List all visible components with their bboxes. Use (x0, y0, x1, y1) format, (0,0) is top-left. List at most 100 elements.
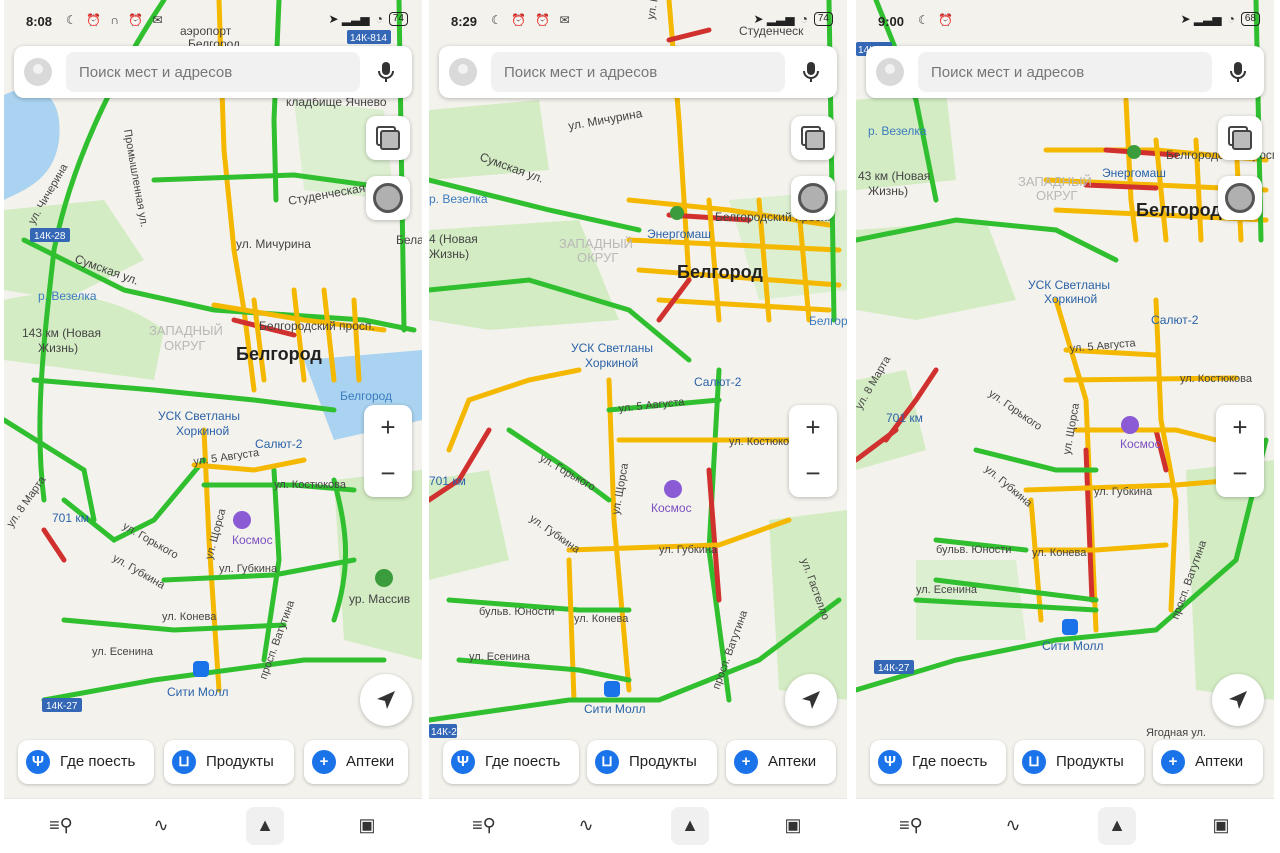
category-food-button[interactable]: Ψ Где поесть (18, 740, 154, 784)
map-label-usk-2: Хоркиной (176, 424, 229, 438)
map-label-sitimoll: Сити Молл (167, 685, 228, 699)
map-label-sitimoll: Сити Молл (584, 702, 645, 716)
search-input[interactable]: Поиск мест и адресов (66, 52, 360, 92)
map-label-vezelka: р. Везелка (38, 289, 97, 303)
category-pharmacy-button[interactable]: + Аптеки (726, 740, 836, 784)
map-label-yunosti: бульв. Юности (479, 606, 554, 618)
map-label-massiv: ур. Массив (349, 592, 410, 606)
search-placeholder: Поиск мест и адресов (931, 64, 1085, 81)
map-label-city: Белгород (236, 344, 322, 364)
route-tab[interactable]: ∿ (567, 807, 605, 845)
traffic-button[interactable] (1218, 176, 1262, 220)
signal-icon: ➤ ▂▃▅ (1180, 12, 1222, 26)
traffic-map[interactable]: Студенческ ул. Кемлянки ул. Мичурина Сум… (429, 0, 847, 853)
route-tab[interactable]: ∿ (142, 807, 180, 845)
map-label-belgorod-prosp: Белгородский просп. (259, 319, 375, 333)
map-screen-3: 14К р. Везелка 43 км (Новая Жизнь) ЗАПАД… (856, 0, 1274, 853)
zoom-in-button[interactable]: + (364, 405, 412, 451)
search-placeholder: Поиск мест и адресов (79, 64, 233, 81)
category-label: Продукты (1056, 753, 1124, 770)
navigator-tab[interactable]: ▲ (246, 807, 284, 845)
traffic-button[interactable] (791, 176, 835, 220)
transport-tab[interactable]: ▣ (348, 807, 386, 845)
map-label-belgorod-station: Белгород (340, 389, 392, 403)
bus-icon: ▣ (1212, 815, 1230, 835)
map-label-koneva: ул. Конева (574, 613, 629, 625)
basket-icon: ⊔ (172, 750, 196, 774)
search-input[interactable]: Поиск мест и адресов (491, 52, 785, 92)
plus-icon: + (1161, 750, 1185, 774)
zoom-in-button[interactable]: + (789, 405, 837, 451)
microphone-icon[interactable] (1226, 60, 1250, 84)
map-label-143km-2: Жизнь) (429, 247, 469, 261)
map-label-kostyukova: ул. Костюкова (274, 479, 347, 491)
map-label-city: Белгород (677, 262, 763, 282)
search-list-tab[interactable]: ≡⚲ (465, 807, 503, 845)
map-label-701km: 701 км (886, 411, 923, 425)
my-location-button[interactable] (785, 674, 837, 726)
category-grocery-button[interactable]: ⊔ Продукты (1014, 740, 1144, 784)
layers-button[interactable] (366, 116, 410, 160)
avatar[interactable] (876, 58, 904, 86)
category-grocery-button[interactable]: ⊔ Продукты (587, 740, 717, 784)
map-label-okrug: ОКРУГ (577, 250, 618, 265)
navigator-tab[interactable]: ▲ (1098, 807, 1136, 845)
layers-button[interactable] (791, 116, 835, 160)
search-input[interactable]: Поиск мест и адресов (918, 52, 1212, 92)
category-pharmacy-button[interactable]: + Аптеки (1153, 740, 1263, 784)
road-sign-14k28: 14К-28 (34, 231, 66, 242)
zoom-in-button[interactable]: + (1216, 405, 1264, 451)
status-time: 8:08 (26, 14, 53, 29)
bottom-tab-bar: ≡⚲ ∿ ▲ ▣ (856, 798, 1274, 853)
traffic-map[interactable]: 14К р. Везелка 43 км (Новая Жизнь) ЗАПАД… (856, 0, 1274, 853)
avatar[interactable] (24, 58, 52, 86)
traffic-button[interactable] (366, 176, 410, 220)
search-bar[interactable]: Поиск мест и адресов (866, 46, 1264, 98)
road-sign-14k27: 14К-27 (878, 663, 910, 674)
status-time: 9:00 (878, 14, 905, 29)
zoom-out-button[interactable]: − (364, 451, 412, 497)
category-label: Продукты (629, 753, 697, 770)
map-label-zapadny: ЗАПАДНЫЙ (559, 236, 633, 251)
route-tab[interactable]: ∿ (994, 807, 1032, 845)
category-food-button[interactable]: Ψ Где поесть (870, 740, 1006, 784)
fork-knife-icon: Ψ (878, 750, 902, 774)
status-bar: 9:00 ☾ ⏰ ➤ ▂▃▅ ◔ 68 (856, 0, 1274, 40)
map-label-michurina: ул. Мичурина (236, 237, 311, 251)
category-bar: Ψ Где поесть ⊔ Продукты + Аптеки (4, 740, 422, 786)
map-label-kostyukova: ул. Костюкова (1180, 373, 1253, 385)
map-label-143km-2: Жизнь) (868, 184, 908, 198)
zoom-control: + − (1216, 405, 1264, 497)
road-sign-14k27: 14К-27 (46, 701, 78, 712)
search-bar[interactable]: Поиск мест и адресов (439, 46, 837, 98)
category-food-button[interactable]: Ψ Где поесть (443, 740, 579, 784)
transport-tab[interactable]: ▣ (1202, 807, 1240, 845)
route-icon: ∿ (578, 815, 594, 835)
map-label-belgorod-station: Белгор (809, 314, 847, 328)
transport-tab[interactable]: ▣ (774, 807, 812, 845)
search-bar[interactable]: Поиск мест и адресов (14, 46, 412, 98)
map-label-yagodnaya: Ягодная ул. (1146, 727, 1206, 739)
microphone-icon[interactable] (374, 60, 398, 84)
zoom-out-button[interactable]: − (789, 451, 837, 497)
microphone-icon[interactable] (799, 60, 823, 84)
category-label: Где поесть (60, 753, 136, 770)
search-list-tab[interactable]: ≡⚲ (42, 807, 80, 845)
map-label-okrug: ОКРУГ (164, 338, 205, 353)
map-label-kosmos: Космос (1120, 437, 1161, 451)
basket-icon: ⊔ (1022, 750, 1046, 774)
category-grocery-button[interactable]: ⊔ Продукты (164, 740, 294, 784)
zoom-out-button[interactable]: − (1216, 451, 1264, 497)
avatar[interactable] (449, 58, 477, 86)
battery-indicator: 74 (388, 12, 408, 26)
my-location-button[interactable] (360, 674, 412, 726)
navigator-tab[interactable]: ▲ (671, 807, 709, 845)
category-pharmacy-button[interactable]: + Аптеки (304, 740, 408, 784)
map-label-zapadny: ЗАПАДНЫЙ (1018, 174, 1092, 189)
basket-icon: ⊔ (595, 750, 619, 774)
layers-button[interactable] (1218, 116, 1262, 160)
search-list-tab[interactable]: ≡⚲ (892, 807, 930, 845)
fork-knife-icon: Ψ (451, 750, 475, 774)
my-location-button[interactable] (1212, 674, 1264, 726)
traffic-map[interactable]: аэропорт Белгород 14К-814 кладбище Ячнев… (4, 0, 422, 853)
